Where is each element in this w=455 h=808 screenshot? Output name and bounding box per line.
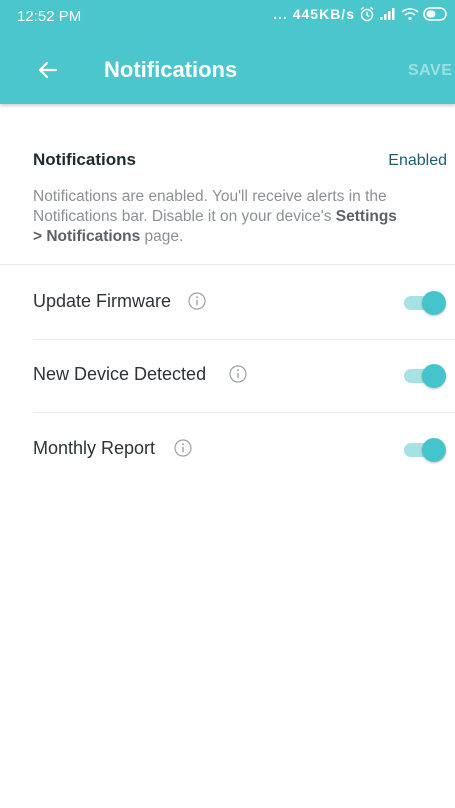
arrow-left-icon[interactable] <box>36 58 60 82</box>
info-icon[interactable] <box>229 365 247 383</box>
new-device-detected-label: New Device Detected <box>33 364 207 384</box>
toggle-row-new-device-detected: New Device Detected <box>33 343 447 409</box>
battery-icon <box>423 7 447 21</box>
monthly-report-toggle[interactable] <box>401 437 447 463</box>
network-speed: ... 445KB/s <box>273 6 355 22</box>
status-bar: 12:52 PM ... 445KB/s <box>0 0 455 34</box>
info-icon[interactable] <box>174 439 192 457</box>
row-divider <box>33 339 455 340</box>
toggle-knob <box>422 291 446 315</box>
toggle-row-update-firmware: Update Firmware <box>33 270 447 336</box>
description-suffix: page. <box>140 228 184 245</box>
alarm-icon <box>359 6 375 22</box>
notifications-label: Notifications <box>33 150 136 169</box>
wifi-icon <box>401 7 419 21</box>
status-icons: ... 445KB/s <box>273 6 447 22</box>
toggle-knob <box>422 364 446 388</box>
toggle-knob <box>422 438 446 462</box>
row-divider <box>33 412 455 413</box>
save-button[interactable]: SAVE <box>408 62 452 80</box>
description-text: Notifications are enabled. You'll receiv… <box>33 188 387 225</box>
notifications-header: Notifications Enabled <box>33 150 447 174</box>
settings-link-text: Settings <box>335 208 397 225</box>
status-time: 12:52 PM <box>17 8 82 25</box>
monthly-report-label: Monthly Report <box>33 438 156 458</box>
page-title: Notifications <box>104 57 238 82</box>
section-divider <box>0 264 455 265</box>
info-icon[interactable] <box>188 292 206 310</box>
update-firmware-label: Update Firmware <box>33 291 172 311</box>
notifications-description: Notifications are enabled. You'll receiv… <box>33 187 449 247</box>
notifications-status: Enabled <box>388 152 447 169</box>
app-bar: Notifications SAVE <box>0 34 455 104</box>
new-device-detected-toggle[interactable] <box>401 363 447 389</box>
toggle-row-monthly-report: Monthly Report <box>33 417 447 483</box>
signal-icon <box>379 7 397 21</box>
notifications-path-text: > Notifications <box>33 228 141 245</box>
update-firmware-toggle[interactable] <box>401 290 447 316</box>
